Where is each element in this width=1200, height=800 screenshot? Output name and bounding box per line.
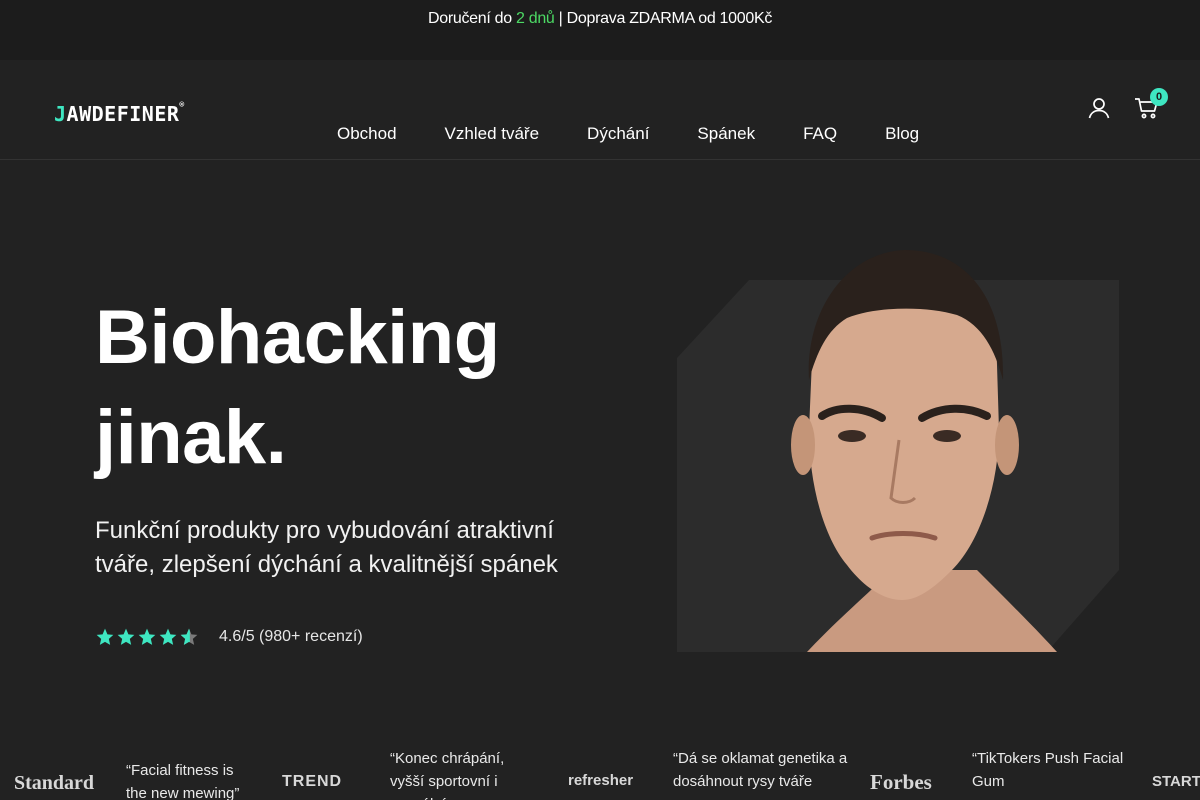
- user-icon[interactable]: [1087, 96, 1111, 120]
- star-icon: [159, 628, 177, 645]
- press-quote: “Konec chrápání, vyšší sportovní i sexuá…: [390, 750, 505, 800]
- nav-item-blog[interactable]: Blog: [861, 124, 943, 144]
- star-icon: [138, 628, 156, 645]
- star-half-icon: [180, 628, 198, 645]
- nav-item-dychani[interactable]: Dýchání: [563, 124, 673, 144]
- hero-title: Biohacking jinak.: [95, 288, 615, 488]
- announcement-prefix: Doručení do: [427, 10, 516, 27]
- logo-icon: J: [54, 102, 67, 126]
- hero-title-line1: Biohacking: [95, 295, 500, 380]
- star-icon: [117, 628, 135, 645]
- logo-text: AWDEFINER: [66, 102, 180, 126]
- nav-item-spanek[interactable]: Spánek: [673, 124, 779, 144]
- press-quote: “Facial fitness is the new mewing”: [126, 762, 240, 800]
- hero-title-line2: jinak.: [95, 395, 287, 480]
- announcement-highlight: 2 dnů: [515, 10, 555, 27]
- nav-item-faq[interactable]: FAQ: [779, 124, 861, 144]
- announcement-suffix: | Doprava ZDARMA od 1000Kč: [554, 10, 773, 27]
- nav-item-vzhled-tvare[interactable]: Vzhled tváře: [421, 124, 564, 144]
- rating[interactable]: 4.6/5 (980+ recenzí): [95, 627, 363, 647]
- main-nav: Obchod Vzhled tváře Dýchání Spánek FAQ B…: [313, 124, 943, 144]
- press-logo-forbes: Forbes: [870, 770, 932, 794]
- hero-face-image: [677, 250, 1119, 652]
- hero-subtitle: Funkční produkty pro vybudování atraktiv…: [95, 517, 558, 578]
- announcement-bar: Doručení do 2 dnů | Doprava ZDARMA od 10…: [0, 0, 1200, 60]
- press-logo-trend: TREND: [282, 773, 343, 790]
- star-icon: [96, 628, 114, 645]
- press-quote: “TikTokers Push Facial Gum: [972, 750, 1124, 790]
- press-strip: Standard “Facial fitness is the new mewi…: [0, 740, 1200, 800]
- press-logo-start: START: [1152, 773, 1200, 790]
- rating-text: 4.6/5 (980+ recenzí): [219, 628, 363, 645]
- rating-stars: [95, 627, 199, 647]
- press-logo-refresher: refresher: [568, 772, 634, 789]
- press-quote: “Dá se oklamat genetika a dosáhnout rysy…: [673, 750, 848, 790]
- logo-registered-mark: ®: [179, 100, 185, 109]
- cart-count-badge: 0: [1150, 88, 1168, 106]
- nav-item-obchod[interactable]: Obchod: [313, 124, 421, 144]
- logo[interactable]: JAWDEFINER®: [54, 100, 185, 126]
- press-logo-standard: Standard: [14, 772, 95, 794]
- site-header: JAWDEFINER® Obchod Vzhled tváře Dýchání …: [0, 60, 1200, 160]
